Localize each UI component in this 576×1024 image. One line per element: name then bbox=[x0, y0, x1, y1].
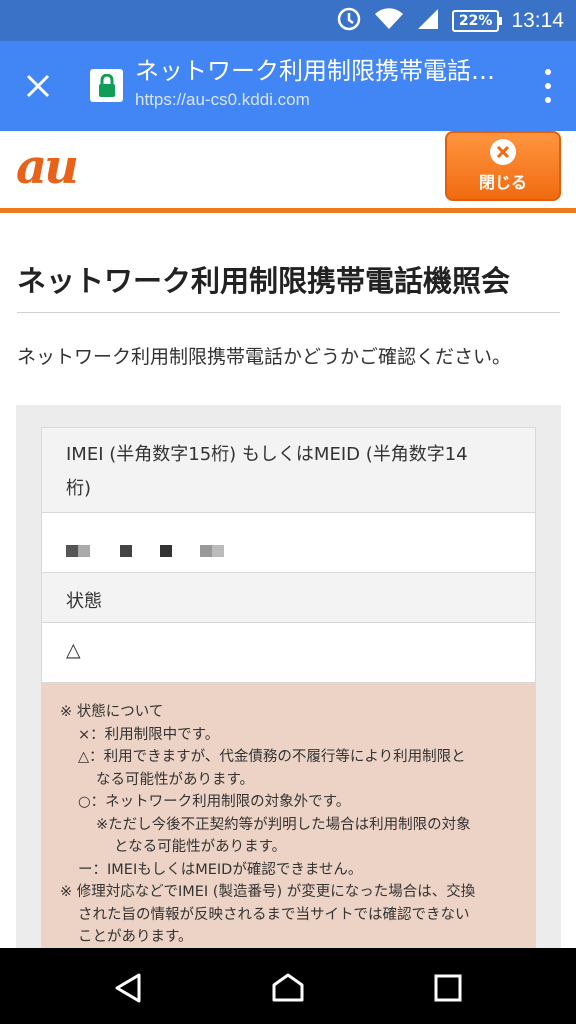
close-tab-button[interactable] bbox=[20, 68, 56, 104]
imei-label: IMEI (半角数字15桁) もしくはMEID (半角数字14 桁) bbox=[42, 428, 535, 513]
note-line: ー：IMEIもしくはMEIDが確認できません。 bbox=[78, 861, 363, 878]
result-table: IMEI (半角数字15桁) もしくはMEID (半角数字14 桁) 状態 △ … bbox=[41, 427, 536, 948]
page-url: https://au-cs0.kddi.com bbox=[135, 90, 310, 109]
result-panel: IMEI (半角数字15桁) もしくはMEID (半角数字14 桁) 状態 △ … bbox=[16, 405, 561, 948]
status-label: 状態 bbox=[42, 573, 535, 623]
au-logo[interactable]: au bbox=[16, 139, 79, 195]
imei-value-masked bbox=[42, 513, 535, 573]
data-saver-icon bbox=[336, 6, 362, 36]
note-line: された旨の情報が反映されるまで当サイトでは確認できない bbox=[78, 906, 470, 923]
browser-toolbar: ネットワーク利用制限携帯電話機照会 https://au-cs0.kddi.co… bbox=[0, 41, 576, 131]
omnibox[interactable]: ネットワーク利用制限携帯電話機照会 https://au-cs0.kddi.co… bbox=[135, 55, 505, 113]
close-circle-icon bbox=[490, 139, 516, 165]
status-value: △ bbox=[42, 623, 535, 683]
mask-block bbox=[78, 545, 90, 557]
note-line: となる可能性があります。 bbox=[114, 839, 287, 855]
main-content: ネットワーク利用制限携帯電話機照会 ネットワーク利用制限携帯電話かどうかご確認く… bbox=[0, 218, 576, 948]
mask-block bbox=[160, 545, 172, 557]
back-icon[interactable] bbox=[108, 968, 148, 1008]
secure-lock-icon[interactable] bbox=[90, 69, 123, 102]
wifi-icon bbox=[374, 7, 404, 35]
status-bar: 22% 13:14 bbox=[0, 0, 576, 41]
close-page-label: 閉じる bbox=[478, 173, 527, 192]
note-line: ○：ネットワーク利用制限の対象外です。 bbox=[78, 794, 351, 810]
site-header: au 閉じる bbox=[0, 131, 576, 213]
page-heading: ネットワーク利用制限携帯電話機照会 bbox=[17, 258, 560, 313]
note-line: ※ただし今後不正契約等が判明した場合は利用制限の対象 bbox=[96, 816, 471, 833]
close-icon bbox=[26, 74, 50, 98]
navigation-bar bbox=[0, 948, 576, 1024]
mask-block bbox=[200, 545, 212, 557]
mask-block bbox=[120, 545, 132, 557]
note-line: △：利用できますが、代金債務の不履行等により利用制限と bbox=[78, 749, 466, 765]
mask-block bbox=[66, 545, 78, 557]
note-line: ことがあります。 bbox=[78, 929, 193, 945]
recents-icon[interactable] bbox=[428, 968, 468, 1008]
lead-text: ネットワーク利用制限携帯電話かどうかご確認ください。 bbox=[17, 346, 512, 368]
clock: 13:14 bbox=[511, 8, 564, 32]
note-line: ※ 修理対応などでIMEI (製造番号) が変更になった場合は、交換 bbox=[60, 884, 476, 900]
signal-icon bbox=[416, 7, 440, 35]
page-tab-title: ネットワーク利用制限携帯電話機照会 bbox=[135, 57, 505, 85]
note-line: ×：利用制限中です。 bbox=[78, 726, 220, 743]
mask-block bbox=[212, 545, 224, 557]
note-line: なる可能性があります。 bbox=[96, 771, 255, 788]
notes-box: ※ 状態について ×：利用制限中です。 △：利用できますが、代金債務の不履行等により… bbox=[42, 683, 535, 948]
status-icons: 22% 13:14 bbox=[336, 0, 564, 41]
overflow-menu-icon[interactable] bbox=[542, 69, 554, 103]
note-line: ※ 状態について bbox=[60, 704, 164, 720]
home-icon[interactable] bbox=[268, 968, 308, 1008]
battery-icon: 22% bbox=[451, 9, 502, 32]
close-page-button[interactable]: 閉じる bbox=[445, 131, 561, 201]
